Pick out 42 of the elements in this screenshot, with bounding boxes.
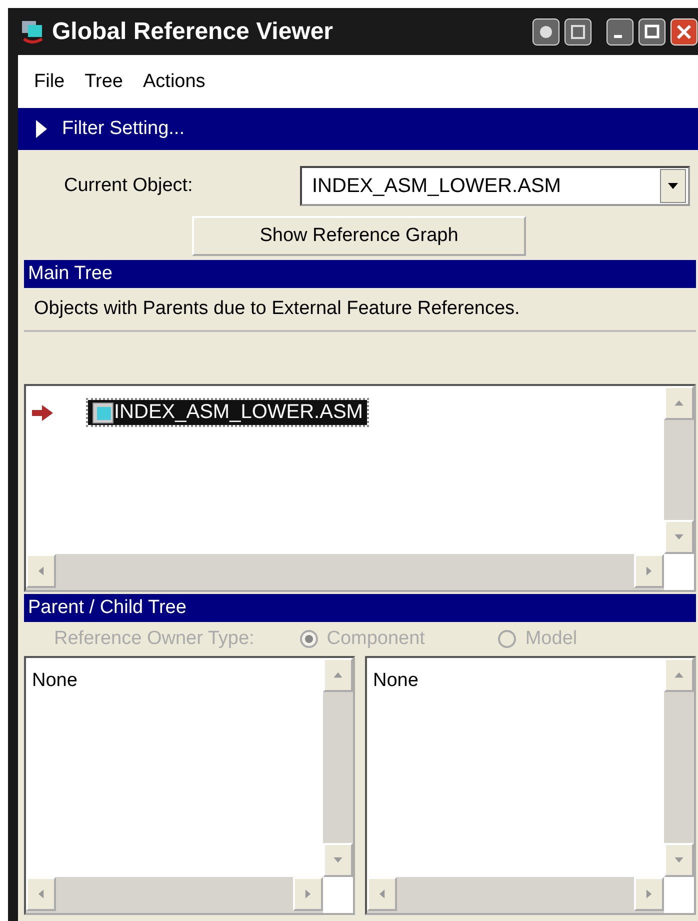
arrow-icon — [32, 404, 54, 422]
expand-arrow-icon — [34, 119, 48, 139]
minimize-icon[interactable] — [606, 18, 634, 46]
vertical-scrollbar[interactable] — [664, 386, 694, 554]
show-reference-graph-button[interactable]: Show Reference Graph — [192, 216, 526, 256]
filter-setting-label: Filter Setting... — [62, 118, 184, 140]
main-tree-header: Main Tree — [24, 260, 696, 288]
menu-item[interactable]: Tree — [84, 70, 123, 92]
horizontal-scrollbar[interactable] — [367, 877, 664, 913]
list-item[interactable]: None — [32, 664, 317, 692]
close-icon[interactable] — [670, 18, 698, 46]
filter-bar[interactable]: Filter Setting... — [18, 108, 698, 150]
main-tree-description: Objects with Parents due to External Feature References. — [24, 288, 696, 332]
current-object-label: Current Object: — [63, 175, 194, 197]
scroll-up-icon[interactable] — [664, 386, 694, 420]
scroll-down-icon[interactable] — [323, 843, 353, 877]
scroll-up-icon[interactable] — [323, 658, 353, 692]
assembly-icon — [92, 402, 114, 424]
scroll-left-icon[interactable] — [26, 554, 56, 588]
scroll-down-icon[interactable] — [664, 843, 694, 877]
scroll-left-icon[interactable] — [367, 877, 397, 911]
scroll-right-icon[interactable] — [634, 877, 664, 911]
window-title: Global Reference Viewer — [52, 18, 334, 46]
tree-node[interactable]: INDEX_ASM_LOWER.ASM — [88, 400, 367, 425]
scroll-left-icon[interactable] — [26, 877, 56, 911]
maximize-icon[interactable] — [638, 18, 666, 46]
vertical-scrollbar[interactable] — [664, 658, 694, 877]
scroll-right-icon[interactable] — [634, 554, 664, 588]
horizontal-scrollbar[interactable] — [26, 877, 323, 913]
scroll-up-icon[interactable] — [664, 658, 694, 692]
radio-label: Model — [525, 628, 578, 650]
radio-label: Component — [326, 628, 425, 650]
scroll-down-icon[interactable] — [664, 520, 694, 554]
parent-child-tree-header: Parent / Child Tree — [24, 594, 696, 622]
current-object-dropdown[interactable]: INDEX_ASM_LOWER.ASM — [300, 166, 690, 206]
menu-item[interactable]: Actions — [143, 70, 206, 92]
vertical-scrollbar[interactable] — [323, 658, 353, 877]
scroll-right-icon[interactable] — [293, 877, 323, 911]
horizontal-scrollbar[interactable] — [26, 554, 664, 590]
reference-owner-type-label: Reference Owner Type: — [53, 628, 256, 650]
menu-item[interactable]: File — [34, 70, 65, 92]
list-item[interactable]: None — [373, 664, 658, 692]
